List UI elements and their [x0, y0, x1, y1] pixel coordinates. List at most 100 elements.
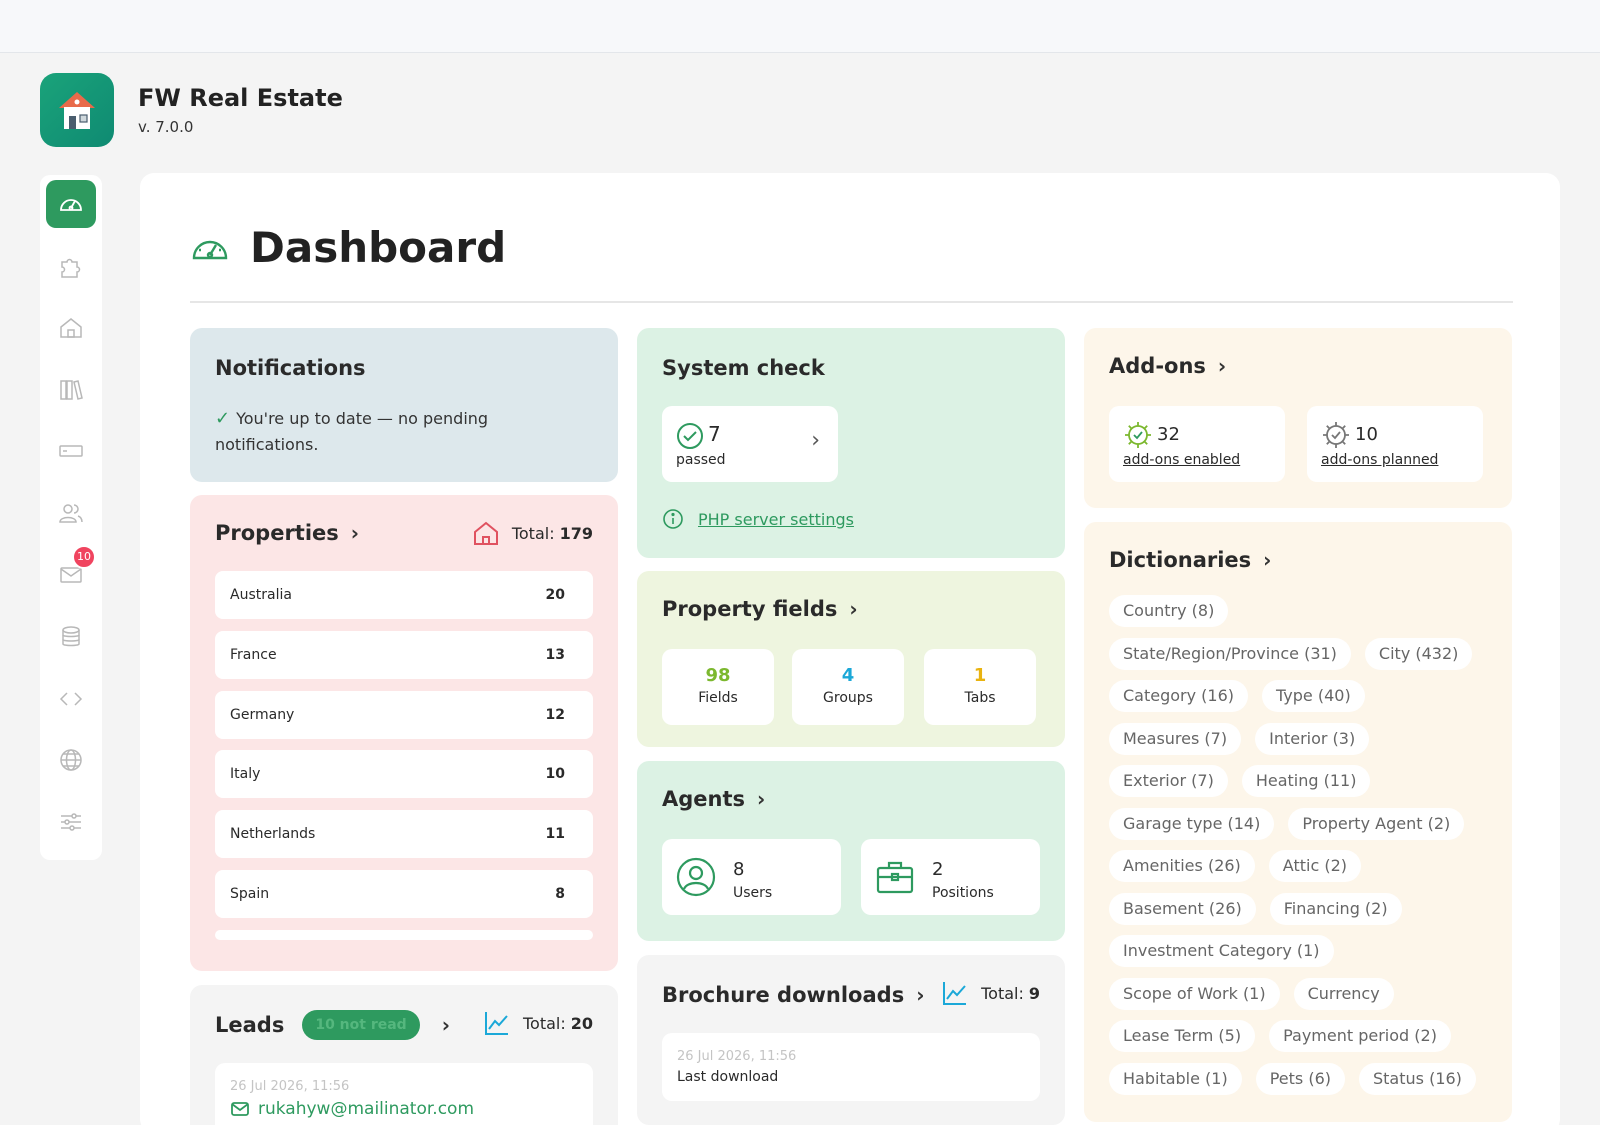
- brochure-total: Total: 9: [941, 979, 1040, 1007]
- property-row[interactable]: France 13: [215, 631, 593, 679]
- sidebar: 10: [40, 175, 102, 860]
- sidebar-item-addons[interactable]: [46, 242, 96, 290]
- dictionary-pill[interactable]: Type (40): [1262, 680, 1365, 712]
- groups-stat[interactable]: 4 Groups: [792, 649, 904, 725]
- addons-card: Add-ons › 32 add-ons enabled 10 add-ons p…: [1084, 328, 1512, 508]
- addons-title: Add-ons: [1109, 354, 1206, 378]
- dictionary-pill[interactable]: Habitable (1): [1109, 1062, 1242, 1095]
- dictionary-pill[interactable]: Pets (6): [1255, 1062, 1345, 1095]
- database-icon: [62, 626, 80, 647]
- line-chart-icon: [943, 982, 967, 1005]
- user-circle-icon: [676, 857, 716, 897]
- php-settings-link[interactable]: PHP server settings: [698, 510, 854, 529]
- dictionary-pill[interactable]: Country (8): [1109, 595, 1229, 627]
- checks-passed-button[interactable]: 7 passed ›: [662, 406, 838, 482]
- addons-header-link[interactable]: Add-ons ›: [1109, 354, 1226, 378]
- briefcase-icon: [876, 861, 914, 894]
- property-fields-header-link[interactable]: Property fields ›: [662, 597, 858, 621]
- dictionary-pill[interactable]: Payment period (2): [1269, 1020, 1451, 1052]
- house-logo-icon: [40, 73, 114, 147]
- sidebar-item-dashboard[interactable]: [46, 180, 96, 229]
- properties-card: Properties › Total: 179 Australia 20 Franc…: [190, 495, 618, 971]
- users-icon: [59, 504, 83, 523]
- property-row[interactable]: Italy 10: [215, 750, 593, 798]
- property-row[interactable]: Spain 8: [215, 870, 593, 918]
- check-icon: ✓: [215, 408, 231, 429]
- dictionary-pill[interactable]: Status (16): [1359, 1062, 1476, 1095]
- app-title: FW Real Estate: [138, 84, 343, 112]
- dictionary-pill[interactable]: Property Agent (2): [1288, 807, 1465, 840]
- chevron-right-icon: ›: [1217, 354, 1227, 378]
- globe-icon: [60, 749, 82, 772]
- properties-header-link[interactable]: Properties ›: [215, 521, 359, 545]
- dictionary-pill[interactable]: Measures (7): [1109, 722, 1242, 755]
- leads-count-badge: 10: [72, 544, 96, 569]
- dictionary-pill[interactable]: Scope of Work (1): [1109, 977, 1280, 1010]
- dictionary-pill[interactable]: Garage type (14): [1109, 807, 1275, 840]
- dictionary-pill[interactable]: Interior (3): [1255, 722, 1370, 755]
- leads-title: Leads: [215, 1013, 285, 1037]
- dictionary-pill[interactable]: Financing (2): [1269, 892, 1402, 925]
- agents-positions-stat[interactable]: 2 Positions: [861, 839, 1040, 915]
- brochure-header-link[interactable]: Brochure downloads ›: [662, 983, 924, 1007]
- title-divider: [190, 301, 1513, 303]
- property-row[interactable]: Australia 20: [215, 571, 593, 619]
- agents-users-stat[interactable]: 8 Users: [662, 839, 841, 915]
- check-circle-icon: [677, 423, 703, 449]
- sidebar-item-code[interactable]: [46, 675, 96, 723]
- notifications-card: Notifications ✓ You're up to date — no pe…: [190, 328, 618, 482]
- chevron-right-icon: ›: [757, 787, 766, 811]
- dictionary-pill[interactable]: State/Region/Province (31): [1109, 637, 1351, 670]
- notifications-title: Notifications: [215, 356, 366, 380]
- property-row-partial: [215, 930, 593, 940]
- sidebar-item-database[interactable]: [46, 613, 96, 661]
- sidebar-item-banner[interactable]: [46, 427, 96, 475]
- dictionary-pill[interactable]: Amenities (26): [1109, 850, 1255, 882]
- tabs-stat[interactable]: 1 Tabs: [924, 649, 1036, 725]
- leads-header-link[interactable]: Leads 10 not read ›: [215, 1010, 450, 1040]
- dictionary-pill[interactable]: Currency: [1293, 977, 1394, 1010]
- latest-lead[interactable]: 26 Jul 2026, 11:56 rukahyw@mailinator.co…: [215, 1063, 593, 1125]
- home-icon: [60, 317, 82, 338]
- dictionary-pill[interactable]: City (432): [1364, 637, 1473, 670]
- sidebar-item-library[interactable]: [46, 365, 96, 413]
- gear-check-icon: [1323, 422, 1349, 448]
- dictionary-pill[interactable]: Heating (11): [1241, 765, 1371, 797]
- line-chart-icon: [484, 1012, 508, 1035]
- chevron-right-icon: ›: [350, 521, 360, 545]
- sidebar-item-settings[interactable]: [46, 798, 96, 846]
- sidebar-item-languages[interactable]: [46, 736, 96, 784]
- rectangle-icon: [59, 445, 83, 458]
- sliders-icon: [61, 813, 81, 832]
- dictionary-pill[interactable]: Investment Category (1): [1109, 935, 1334, 967]
- fields-stat[interactable]: 98 Fields: [662, 649, 774, 725]
- app-header: FW Real Estate v. 7.0.0: [40, 73, 343, 147]
- lead-email[interactable]: rukahyw@mailinator.com: [258, 1099, 474, 1119]
- sidebar-item-properties[interactable]: [46, 304, 96, 352]
- property-row[interactable]: Germany 12: [215, 691, 593, 739]
- dictionary-pill[interactable]: Exterior (7): [1109, 765, 1228, 797]
- app-version: v. 7.0.0: [138, 118, 194, 136]
- property-row[interactable]: Netherlands 11: [215, 810, 593, 858]
- properties-total: Total: 179: [472, 519, 593, 547]
- page-title: Dashboard: [250, 223, 507, 272]
- addons-enabled-stat[interactable]: 32 add-ons enabled: [1109, 406, 1285, 482]
- last-download: 26 Jul 2026, 11:56 Last download: [662, 1033, 1040, 1101]
- dashboard-gauge-icon: [60, 199, 82, 212]
- dictionary-pill[interactable]: Attic (2): [1268, 850, 1361, 882]
- chevron-right-icon: ›: [811, 428, 820, 453]
- dictionary-pill[interactable]: Basement (26): [1109, 892, 1256, 925]
- mail-icon: [231, 1102, 249, 1116]
- dictionary-pill[interactable]: Category (16): [1109, 680, 1249, 712]
- sidebar-item-agents[interactable]: [46, 489, 96, 537]
- dictionaries-card: Dictionaries › Country (8) State/Region/P…: [1084, 522, 1512, 1122]
- sidebar-item-leads[interactable]: 10: [46, 544, 96, 599]
- gear-check-icon: [1125, 422, 1151, 448]
- addons-planned-stat[interactable]: 10 add-ons planned: [1307, 406, 1483, 482]
- dictionary-list: Country (8) State/Region/Province (31) Ci…: [1109, 595, 1494, 1105]
- dictionary-pill[interactable]: Lease Term (5): [1109, 1020, 1256, 1052]
- home-icon: [473, 521, 498, 545]
- agents-header-link[interactable]: Agents ›: [662, 787, 765, 811]
- dictionaries-header-link[interactable]: Dictionaries ›: [1109, 548, 1271, 572]
- books-icon: [60, 379, 83, 400]
